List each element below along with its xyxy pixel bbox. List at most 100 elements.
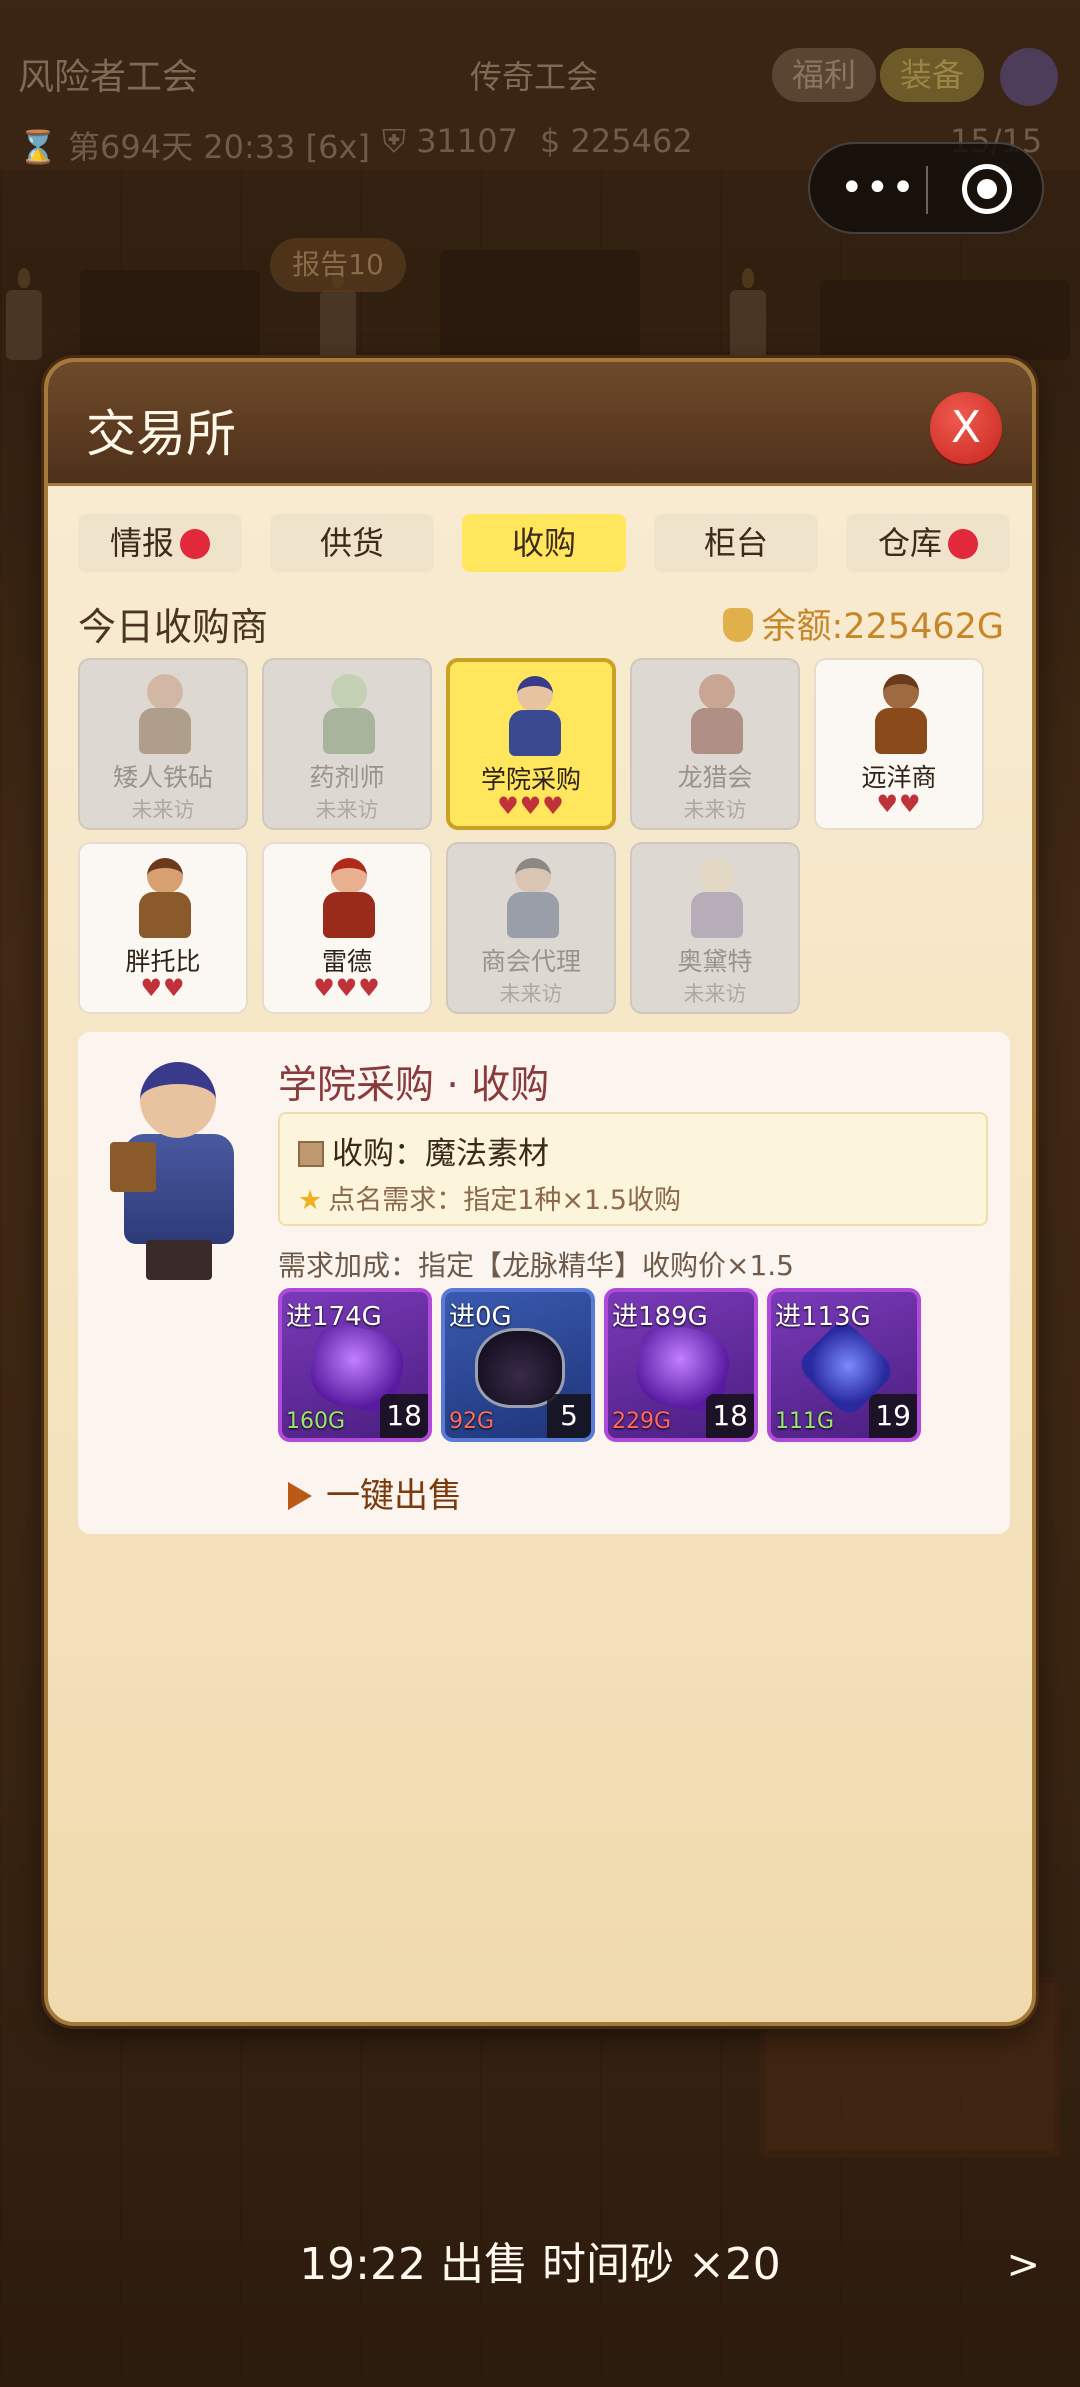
merchant-status: 未来访 xyxy=(131,798,195,822)
balance-text: 余额:225462G xyxy=(761,607,1004,647)
merchant-card[interactable]: 胖托比 ♥♥ xyxy=(78,842,248,1014)
merchant-card[interactable]: 雷德 ♥♥♥ xyxy=(262,842,432,1014)
merchant-name: 奥黛特 xyxy=(677,947,753,976)
close-button[interactable]: X xyxy=(930,392,1002,464)
sell-price: 111G xyxy=(775,1409,835,1434)
tab-label: 仓库 xyxy=(877,524,942,562)
tab-label: 柜台 xyxy=(703,524,768,562)
shield-value: ⛨ 31107 xyxy=(382,122,518,160)
gold-value: $ 225462 xyxy=(540,122,693,160)
modal-header: 交易所 X xyxy=(48,362,1032,486)
merchant-status: 未来访 xyxy=(315,798,379,822)
item-list: 进174G 160G 18 进0G 92G 5 进189G 229G 18 进1… xyxy=(278,1288,978,1444)
more-icon[interactable]: ••• xyxy=(840,168,917,208)
merchant-card[interactable]: 药剂师 未来访 xyxy=(262,658,432,830)
merchant-name: 学院采购 xyxy=(480,765,581,794)
item-quantity: 18 xyxy=(380,1394,428,1438)
merchant-avatar xyxy=(319,670,379,756)
demand-text: 收购：魔法素材 xyxy=(332,1136,549,1172)
merchant-card-selected[interactable]: 学院采购 ♥♥♥ xyxy=(446,658,616,830)
sell-price: 92G xyxy=(449,1409,495,1434)
merchant-card[interactable]: 奥黛特 未来访 xyxy=(630,842,800,1014)
guild-rank: 传奇工会 xyxy=(470,58,599,96)
merchant-avatar xyxy=(503,854,563,940)
tab-label: 供货 xyxy=(319,524,384,562)
sell-all-label: 一键出售 xyxy=(326,1476,462,1516)
named-demand-text: 点名需求：指定1种×1.5收购 xyxy=(328,1185,681,1216)
merchant-name: 商会代理 xyxy=(480,947,581,976)
section-title: 今日收购商 xyxy=(78,605,269,649)
buy-cost: 进174G xyxy=(286,1302,382,1332)
capsule-divider xyxy=(926,166,928,214)
merchant-name: 胖托比 xyxy=(125,947,201,976)
merchant-card[interactable]: 商会代理 未来访 xyxy=(446,842,616,1014)
merchant-status: 未来访 xyxy=(683,982,747,1006)
item-slot[interactable]: 进113G 111G 19 xyxy=(767,1288,921,1442)
merchant-avatar xyxy=(687,854,747,940)
box-icon xyxy=(298,1141,324,1167)
merchant-grid: 矮人铁砧 未来访 药剂师 未来访 学院采购 ♥♥♥ 龙猎会 未来访 远洋商 ♥♥… xyxy=(78,658,1018,1018)
sell-price: 229G xyxy=(612,1409,672,1434)
miniprogram-capsule: ••• xyxy=(808,142,1044,234)
merchant-avatar xyxy=(687,670,747,756)
welfare-button[interactable]: 福利 xyxy=(772,48,877,102)
affinity-hearts: ♥♥♥ xyxy=(497,792,565,820)
item-slot[interactable]: 进174G 160G 18 xyxy=(278,1288,432,1442)
demand-category: 收购：魔法素材 xyxy=(298,1128,549,1173)
ticker-message: 19:22 出售 时间砂 ×20 xyxy=(299,2239,781,2290)
settings-icon[interactable] xyxy=(1000,48,1058,106)
tab-purchase[interactable]: 收购 xyxy=(462,514,626,572)
merchant-card[interactable]: 远洋商 ♥♥ xyxy=(814,658,984,830)
merchant-avatar xyxy=(135,854,195,940)
item-quantity: 5 xyxy=(547,1394,591,1438)
buy-cost: 进189G xyxy=(612,1302,708,1332)
merchant-card[interactable]: 矮人铁砧 未来访 xyxy=(78,658,248,830)
item-slot[interactable]: 进0G 92G 5 xyxy=(441,1288,595,1442)
gold-count: 225462 xyxy=(570,122,693,160)
item-quantity: 18 xyxy=(706,1394,754,1438)
merchant-portrait xyxy=(108,1062,248,1282)
merchant-avatar xyxy=(135,670,195,756)
star-icon: ★ xyxy=(298,1185,323,1216)
balance-display: 余额:225462G xyxy=(723,598,1004,649)
tab-label: 情报 xyxy=(109,524,174,562)
merchant-name: 远洋商 xyxy=(861,763,937,792)
merchant-name: 龙猎会 xyxy=(677,763,753,792)
equip-button[interactable]: 装备 xyxy=(880,48,985,102)
merchant-name: 雷德 xyxy=(321,947,372,976)
named-demand: ★ 点名需求：指定1种×1.5收购 xyxy=(298,1178,681,1217)
merchant-avatar xyxy=(505,672,565,758)
merchant-card[interactable]: 龙猎会 未来访 xyxy=(630,658,800,830)
merchant-avatar xyxy=(319,854,379,940)
tab-intel[interactable]: 情报 xyxy=(78,514,242,572)
affinity-hearts: ♥♥ xyxy=(140,974,186,1002)
day-time: ⌛ 第694天 20:33 [6x] xyxy=(18,128,370,166)
affinity-hearts: ♥♥ xyxy=(876,790,922,818)
tab-warehouse[interactable]: 仓库 xyxy=(846,514,1010,572)
money-bag-icon xyxy=(723,608,754,642)
merchant-status: 未来访 xyxy=(499,982,563,1006)
merchant-name: 药剂师 xyxy=(309,763,385,792)
report-tag[interactable]: 报告10 xyxy=(270,238,406,292)
tab-supply[interactable]: 供货 xyxy=(270,514,434,572)
merchant-detail-panel: 学院采购 · 收购 收购：魔法素材 ★ 点名需求：指定1种×1.5收购 需求加成：… xyxy=(78,1032,1010,1534)
item-slot[interactable]: 进189G 229G 18 xyxy=(604,1288,758,1442)
record-icon[interactable] xyxy=(962,164,1012,214)
detail-title: 学院采购 · 收购 xyxy=(278,1063,550,1108)
sell-all-button[interactable]: 一键出售 xyxy=(288,1468,462,1517)
tab-bar: 情报 供货 收购 柜台 仓库 xyxy=(78,514,1010,572)
exchange-modal: 交易所 X 情报 供货 收购 柜台 仓库 今日收购商 余额:225462G 矮人… xyxy=(44,358,1036,2026)
tab-counter[interactable]: 柜台 xyxy=(654,514,818,572)
buy-cost: 进113G xyxy=(775,1302,871,1332)
notification-dot xyxy=(180,529,210,559)
event-ticker: 19:22 出售 时间砂 ×20 > xyxy=(0,2210,1080,2320)
affinity-hearts: ♥♥♥ xyxy=(313,974,381,1002)
merchant-name: 矮人铁砧 xyxy=(112,763,213,792)
modal-title: 交易所 xyxy=(86,405,236,463)
ticker-next-button[interactable]: > xyxy=(1006,2210,1040,2320)
demand-bonus: 需求加成：指定【龙脉精华】收购价×1.5 xyxy=(278,1249,794,1282)
item-quantity: 19 xyxy=(869,1394,917,1438)
buy-cost: 进0G xyxy=(449,1302,512,1332)
merchant-avatar xyxy=(871,670,931,756)
notification-dot xyxy=(948,529,978,559)
